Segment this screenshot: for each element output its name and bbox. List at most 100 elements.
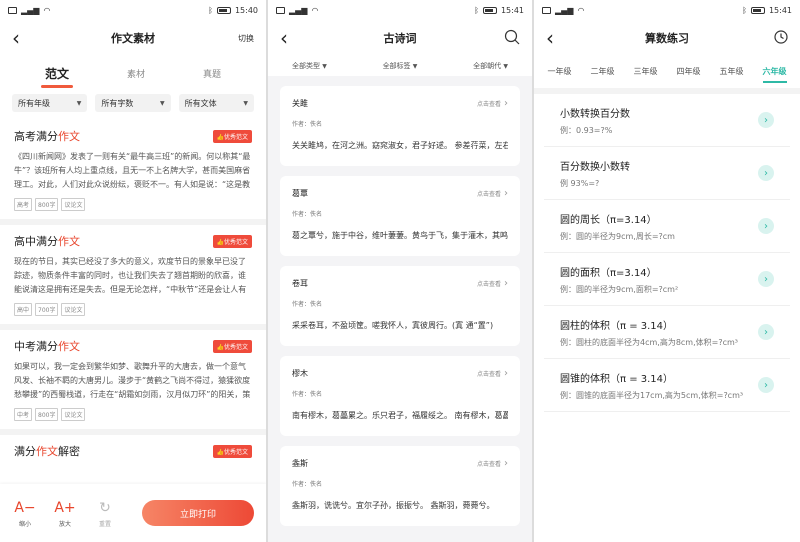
poem-author: 作者：佚名	[292, 121, 323, 128]
poem-card[interactable]: 葛覃 点击查看 › 作者：佚名 葛之覃兮，施于中谷，维叶萋萋。黄鸟于飞，集于灌木，…	[280, 176, 520, 256]
history-clock-icon[interactable]	[774, 30, 788, 46]
tab-grade-5[interactable]: 五年级	[718, 62, 746, 81]
signal-icon: ▂▄▆	[289, 5, 308, 15]
type-filter[interactable]: 全部类型 ▼	[292, 61, 327, 71]
essay-title: 高中满分作文	[14, 235, 80, 248]
poem-title: 关雎	[292, 99, 308, 108]
print-now-button[interactable]: 立即打印	[142, 500, 254, 526]
chevron-right-icon[interactable]: ›	[758, 165, 774, 181]
tag: 中考	[14, 408, 33, 421]
sim-icon	[276, 6, 285, 14]
poem-author: 作者：佚名	[292, 211, 323, 218]
back-icon[interactable]: ‹	[546, 28, 566, 48]
thumbs-up-icon: 👍	[216, 133, 224, 141]
poem-card[interactable]: 樛木 点击查看 › 作者：佚名 南有樛木，葛藟累之。乐只君子，福履绥之。 南有樛木…	[280, 356, 520, 436]
chevron-right-icon[interactable]: ›	[758, 112, 774, 128]
tab-real-exam[interactable]: 真题	[191, 61, 233, 86]
back-icon[interactable]: ‹	[12, 28, 32, 48]
topic-item[interactable]: 百分数换小数转 例 93%=? ›	[544, 147, 790, 200]
status-time: 15:40	[234, 5, 258, 15]
topic-example: 例 93%=?	[560, 178, 600, 188]
wifi-icon: ◠	[43, 5, 51, 15]
tag-filter[interactable]: 全部标签 ▼	[383, 61, 418, 71]
page-title: 算数练习	[645, 32, 689, 45]
essay-excerpt: 如果可以，我一定会到繁华如梦、歌舞升平的大唐去，做一个意气风发、长袖不羁的大唐男…	[14, 362, 251, 399]
chevron-right-icon[interactable]: ›	[758, 377, 774, 393]
grade-tabs: 一年级 二年级 三年级 四年级 五年级 六年级	[534, 56, 800, 86]
tab-grade-1[interactable]: 一年级	[546, 62, 574, 81]
essay-card[interactable]: 满分作文解密 👍优秀范文	[0, 435, 266, 473]
chevron-right-icon: ›	[504, 458, 508, 469]
topic-item[interactable]: 圆的周长（π=3.14） 例：圆的半径为9cm,周长=?cm ›	[544, 200, 790, 253]
chevron-right-icon[interactable]: ›	[758, 271, 774, 287]
tab-material[interactable]: 素材	[115, 61, 157, 86]
signal-icon: ▂▄▆	[21, 5, 40, 15]
genre-filter[interactable]: 所有文体 ▼	[178, 94, 254, 112]
view-link[interactable]: 点击查看 ›	[477, 98, 508, 109]
wifi-icon: ◠	[577, 5, 585, 15]
topic-example: 例：圆的半径为9cm,面积=?cm²	[560, 284, 679, 294]
topic-item[interactable]: 小数转换百分数 例：0.93=?% ›	[544, 94, 790, 147]
ancient-poetry-screen: ▂▄▆ ◠ ᛒ 15:41 ‹ 古诗词 全部类型 ▼ 全部标签 ▼ 全部朝代 ▼ 关…	[268, 0, 532, 542]
poem-title: 卷耳	[292, 279, 308, 288]
poem-card[interactable]: 卷耳 点击查看 › 作者：佚名 采采卷耳，不盈顷筐。嗟我怀人，寘彼周行。(寘 通“…	[280, 266, 520, 346]
tab-grade-3[interactable]: 三年级	[632, 62, 660, 81]
search-icon[interactable]	[504, 29, 520, 47]
tag: 高考	[14, 198, 33, 211]
tag: 700字	[35, 303, 59, 316]
poem-card[interactable]: 螽斯 点击查看 › 作者：佚名 螽斯羽，诜诜兮。宜尔子孙，振振兮。 螽斯羽，薨薨兮…	[280, 446, 520, 526]
switch-button[interactable]: 切换	[238, 33, 254, 44]
poem-author: 作者：佚名	[292, 481, 323, 488]
thumbs-up-icon: 👍	[216, 448, 224, 456]
view-link[interactable]: 点击查看 ›	[477, 458, 508, 469]
filter-row: 全部类型 ▼ 全部标签 ▼ 全部朝代 ▼	[268, 56, 532, 76]
essay-title: 满分作文解密	[14, 445, 80, 458]
font-shrink-icon: A−	[14, 499, 36, 516]
topic-example: 例：圆的半径为9cm,周长=?cm	[560, 231, 675, 241]
status-bar: ▂▄▆ ◠ ᛒ 15:41	[268, 0, 532, 20]
nav-bar: ‹ 古诗词	[268, 20, 532, 56]
chevron-right-icon[interactable]: ›	[758, 218, 774, 234]
sim-icon	[8, 6, 17, 14]
shrink-font-button[interactable]: A− 缩小	[12, 499, 38, 528]
dropdown-icon: ▼	[160, 99, 165, 107]
topic-title: 圆的面积（π=3.14）	[560, 267, 657, 279]
topic-item[interactable]: 圆的面积（π=3.14） 例：圆的半径为9cm,面积=?cm² ›	[544, 253, 790, 306]
topic-example: 例：0.93=?%	[560, 125, 613, 135]
chevron-right-icon[interactable]: ›	[758, 324, 774, 340]
font-enlarge-icon: A+	[54, 499, 76, 516]
back-icon[interactable]: ‹	[280, 28, 300, 48]
topic-item[interactable]: 圆柱的体积（π = 3.14） 例：圆柱的底面半径为4cm,高为8cm,体积=?…	[544, 306, 790, 359]
essay-tags: 高中 700字 议论文	[14, 303, 252, 316]
bluetooth-icon: ᛒ	[742, 5, 747, 15]
chevron-right-icon: ›	[504, 368, 508, 379]
thumbs-up-icon: 👍	[216, 238, 224, 246]
tab-grade-4[interactable]: 四年级	[675, 62, 703, 81]
battery-icon	[216, 6, 231, 14]
tab-model-essay[interactable]: 范文	[33, 59, 81, 88]
topic-title: 圆柱的体积（π = 3.14）	[560, 320, 674, 332]
view-link[interactable]: 点击查看 ›	[477, 188, 508, 199]
essay-card[interactable]: 中考满分作文 👍优秀范文 如果可以，我一定会到繁华如梦、歌舞升平的大唐去，做一个…	[0, 330, 266, 435]
word-count-filter[interactable]: 所有字数 ▼	[95, 94, 171, 112]
sim-icon	[542, 6, 551, 14]
topic-item[interactable]: 圆锥的体积（π = 3.14） 例：圆锥的底面半径为17cm,高为5cm,体积=…	[544, 359, 790, 412]
enlarge-font-button[interactable]: A+ 放大	[52, 499, 78, 528]
poem-card[interactable]: 关雎 点击查看 › 作者：佚名 关关雎鸠，在河之洲。窈窕淑女，君子好逑。 参差荇菜…	[280, 86, 520, 166]
dynasty-filter[interactable]: 全部朝代 ▼	[473, 61, 508, 71]
view-link[interactable]: 点击查看 ›	[477, 278, 508, 289]
status-bar: ▂▄▆ ◠ ᛒ 15:41	[534, 0, 800, 20]
reset-button[interactable]: ↻ 重置	[92, 499, 118, 528]
status-time: 15:41	[500, 5, 524, 15]
topic-title: 小数转换百分数	[560, 108, 630, 120]
tab-grade-6[interactable]: 六年级	[761, 62, 789, 83]
wifi-icon: ◠	[311, 5, 319, 15]
tag: 议论文	[61, 198, 86, 211]
bluetooth-icon: ᛒ	[474, 5, 479, 15]
grade-filter[interactable]: 所有年级 ▼	[12, 94, 88, 112]
essay-card[interactable]: 高中满分作文 👍优秀范文 现在的节日，其实已经没了多大的意义，欢度节日的景象早已…	[0, 225, 266, 330]
view-link[interactable]: 点击查看 ›	[477, 368, 508, 379]
tab-grade-2[interactable]: 二年级	[589, 62, 617, 81]
poem-excerpt: 南有樛木，葛藟累之。乐只君子，福履绥之。 南有樛木，葛藟荒之。	[292, 411, 508, 420]
essay-card[interactable]: 高考满分作文 👍优秀范文 《四川新闻网》发表了一则有关“最牛高三班”的新闻。何以…	[0, 120, 266, 225]
